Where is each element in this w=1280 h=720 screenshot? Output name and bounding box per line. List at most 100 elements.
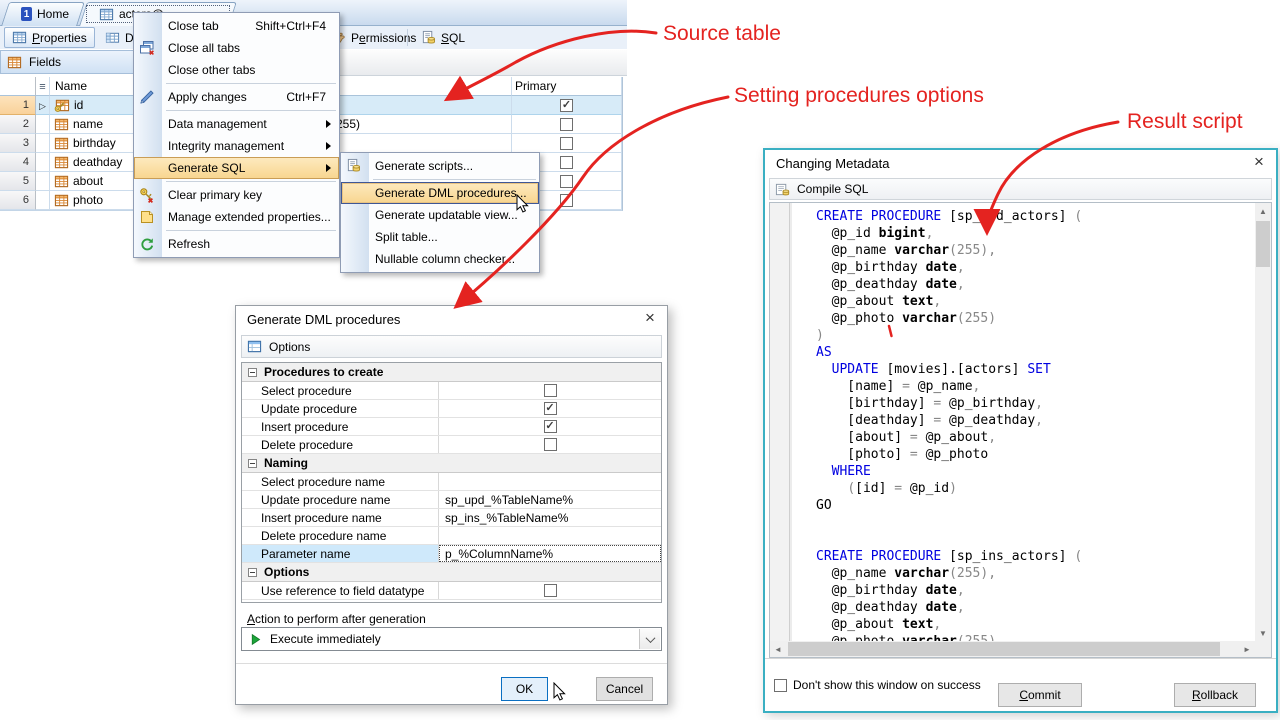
field-primary-cell[interactable] <box>512 96 622 115</box>
primary-checkbox[interactable] <box>560 175 573 188</box>
submenu-item-nullable-column-checker[interactable]: Nullable column checker... <box>341 248 539 270</box>
options-grid: Procedures to createSelect procedureUpda… <box>241 362 662 603</box>
metadata-title: Changing Metadata <box>776 156 889 171</box>
sql-line: ([id] = @p_id) <box>816 480 1255 497</box>
option-row[interactable]: Delete procedure <box>242 436 661 454</box>
primary-checkbox[interactable] <box>560 137 573 150</box>
scroll-right-icon[interactable] <box>1239 641 1255 657</box>
horizontal-scrollbar[interactable] <box>770 641 1255 657</box>
option-row[interactable]: Update procedure namesp_upd_%TableName% <box>242 491 661 509</box>
tab-sql[interactable]: SQL <box>414 27 472 48</box>
dont-show-checkbox-row[interactable]: Don't show this window on success <box>774 678 981 692</box>
menu-item-refresh[interactable]: Refresh <box>134 233 339 255</box>
submenu-item-generate-updatable-view[interactable]: Generate updatable view... <box>341 204 539 226</box>
option-row[interactable]: Insert procedure namesp_ins_%TableName% <box>242 509 661 527</box>
menu-item-close-other-tabs[interactable]: Close other tabs <box>134 59 339 81</box>
dialog-close-icon[interactable] <box>633 306 667 332</box>
scroll-down-icon[interactable] <box>1255 625 1271 641</box>
option-label: Select procedure name <box>242 473 439 490</box>
option-value-cell[interactable]: p_%ColumnName% <box>439 545 661 562</box>
metadata-toolbar[interactable]: Compile SQL <box>769 178 1272 200</box>
field-primary-cell[interactable] <box>512 115 622 134</box>
option-checkbox[interactable] <box>544 584 557 597</box>
cancel-button[interactable]: Cancel <box>596 677 653 701</box>
dialog-titlebar[interactable]: Generate DML procedures <box>236 306 667 332</box>
collapse-icon[interactable] <box>248 368 257 377</box>
option-row[interactable]: Insert procedure <box>242 418 661 436</box>
option-row[interactable]: Use reference to field datatype <box>242 582 661 600</box>
vertical-scrollbar[interactable] <box>1255 203 1271 641</box>
option-group-header[interactable]: Naming <box>242 454 661 473</box>
menu-item-integrity-management[interactable]: Integrity management <box>134 135 339 157</box>
option-row[interactable]: Delete procedure name <box>242 527 661 545</box>
options-icon <box>247 339 262 354</box>
option-value-cell[interactable] <box>439 527 661 544</box>
menu-item-label: Apply changes <box>168 90 247 104</box>
primary-checkbox[interactable] <box>560 194 573 207</box>
submenu-item-generate-scripts[interactable]: Generate scripts... <box>341 155 539 177</box>
doc-tab-home[interactable]: 1Home <box>5 2 81 26</box>
submenu-item-split-table[interactable]: Split table... <box>341 226 539 248</box>
rollback-button[interactable]: Rollback <box>1174 683 1256 707</box>
menu-item-generate-sql[interactable]: Generate SQL <box>134 157 339 179</box>
sql-line: [deathday] = @p_deathday, <box>816 412 1255 429</box>
field-name: deathday <box>73 155 122 169</box>
generate-sql-submenu: Generate scripts... Generate DML procedur… <box>340 152 540 273</box>
option-row[interactable]: Select procedure <box>242 382 661 400</box>
menu-item-close-tab[interactable]: Close tabShift+Ctrl+F4 <box>134 15 339 37</box>
field-name: photo <box>73 193 103 207</box>
option-check-cell[interactable] <box>439 582 661 599</box>
group-header-label: Naming <box>264 456 308 470</box>
field-table-icon <box>54 174 69 189</box>
horizontal-scroll-thumb[interactable] <box>788 642 1220 656</box>
sql-line: @p_about text, <box>816 293 1255 310</box>
view-tab-label: Properties <box>32 31 87 45</box>
option-value-cell[interactable] <box>439 473 661 490</box>
collapse-icon[interactable] <box>248 568 257 577</box>
option-group-header[interactable]: Procedures to create <box>242 363 661 382</box>
field-primary-cell[interactable] <box>512 134 622 153</box>
collapse-icon[interactable] <box>248 459 257 468</box>
option-checkbox[interactable] <box>544 438 557 451</box>
ok-button[interactable]: OK <box>501 677 548 701</box>
option-row[interactable]: Select procedure name <box>242 473 661 491</box>
option-checkbox[interactable] <box>544 402 557 415</box>
action-combo[interactable]: Execute immediately <box>241 627 662 651</box>
sql-editor[interactable]: CREATE PROCEDURE [sp_upd_actors] ( @p_id… <box>769 202 1272 658</box>
metadata-titlebar[interactable]: Changing Metadata <box>765 150 1276 176</box>
option-row[interactable]: Parameter namep_%ColumnName% <box>242 545 661 563</box>
menu-separator <box>373 179 536 180</box>
option-check-cell[interactable] <box>439 436 661 453</box>
option-value-cell[interactable]: sp_ins_%TableName% <box>439 509 661 526</box>
option-group-header[interactable]: Options <box>242 563 661 582</box>
scroll-up-icon[interactable] <box>1255 203 1271 219</box>
primary-checkbox[interactable] <box>560 156 573 169</box>
option-check-cell[interactable] <box>439 382 661 399</box>
dont-show-checkbox[interactable] <box>774 679 787 692</box>
scroll-left-icon[interactable] <box>770 641 786 657</box>
primary-column-header[interactable]: Primary <box>512 77 622 96</box>
menu-item-manage-extended-properties[interactable]: Manage extended properties... <box>134 206 339 228</box>
commit-button[interactable]: Commit <box>998 683 1082 707</box>
combo-dropdown-button[interactable] <box>639 629 660 649</box>
metadata-close-icon[interactable] <box>1242 150 1276 176</box>
tab-properties[interactable]: Properties <box>4 27 95 48</box>
option-row[interactable]: Update procedure <box>242 400 661 418</box>
primary-checkbox[interactable] <box>560 118 573 131</box>
primary-checkbox[interactable] <box>560 99 573 112</box>
menu-item-close-all-tabs[interactable]: Close all tabs <box>134 37 339 59</box>
menu-item-data-management[interactable]: Data management <box>134 113 339 135</box>
sql-line: @p_name varchar(255), <box>816 565 1255 582</box>
menu-item-clear-primary-key[interactable]: Clear primary key <box>134 184 339 206</box>
sql-line: @p_id bigint, <box>816 225 1255 242</box>
menu-item-label: Split table... <box>375 230 438 244</box>
option-check-cell[interactable] <box>439 418 661 435</box>
vertical-scroll-thumb[interactable] <box>1256 221 1270 267</box>
option-checkbox[interactable] <box>544 384 557 397</box>
action-after-generation-label: Action to perform after generation <box>247 612 426 626</box>
option-check-cell[interactable] <box>439 400 661 417</box>
option-value-cell[interactable]: sp_upd_%TableName% <box>439 491 661 508</box>
option-checkbox[interactable] <box>544 420 557 433</box>
menu-item-apply-changes[interactable]: Apply changesCtrl+F7 <box>134 86 339 108</box>
submenu-item-generate-dml-procedures[interactable]: Generate DML procedures... <box>341 182 539 204</box>
